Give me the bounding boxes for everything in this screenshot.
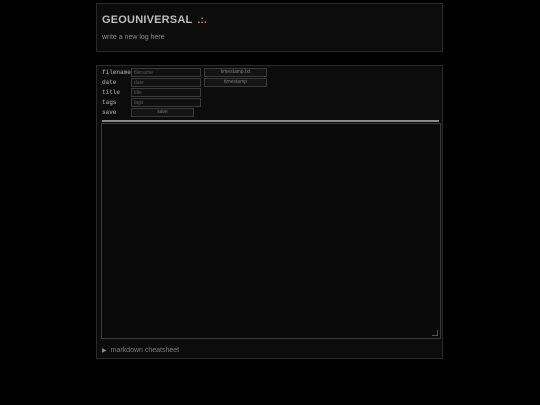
cheatsheet-label: markdown cheatsheet: [110, 347, 180, 354]
resize-grip-icon[interactable]: [432, 330, 438, 336]
date-input[interactable]: [131, 78, 201, 87]
title-input[interactable]: [131, 88, 201, 97]
title-mark: .:.: [197, 15, 207, 26]
divider: [102, 120, 439, 122]
save-label: save: [102, 109, 117, 116]
markdown-cheatsheet-toggle[interactable]: ▶ markdown cheatsheet: [102, 347, 179, 357]
filename-label: filename: [102, 69, 131, 76]
date-label: date: [102, 79, 117, 86]
timestamp-date-button[interactable]: timestamp: [204, 78, 267, 87]
header-panel: GEOUNIVERSAL .:. write a new log here: [96, 3, 443, 52]
log-body-textarea[interactable]: [101, 123, 441, 339]
subtitle: write a new log here: [102, 34, 165, 41]
tags-input[interactable]: [131, 98, 201, 107]
filename-input[interactable]: [131, 68, 201, 77]
site-title-text: GEOUNIVERSAL: [102, 14, 193, 26]
timestamp-filename-button[interactable]: timestamp.txt: [204, 68, 267, 77]
triangle-right-icon: ▶: [102, 348, 107, 354]
save-button[interactable]: save: [131, 108, 194, 117]
title-label: title: [102, 89, 121, 96]
tags-label: tags: [102, 99, 117, 106]
site-title: GEOUNIVERSAL .:.: [102, 14, 207, 26]
editor-panel: filename timestamp.txt date timestamp ti…: [96, 65, 443, 359]
